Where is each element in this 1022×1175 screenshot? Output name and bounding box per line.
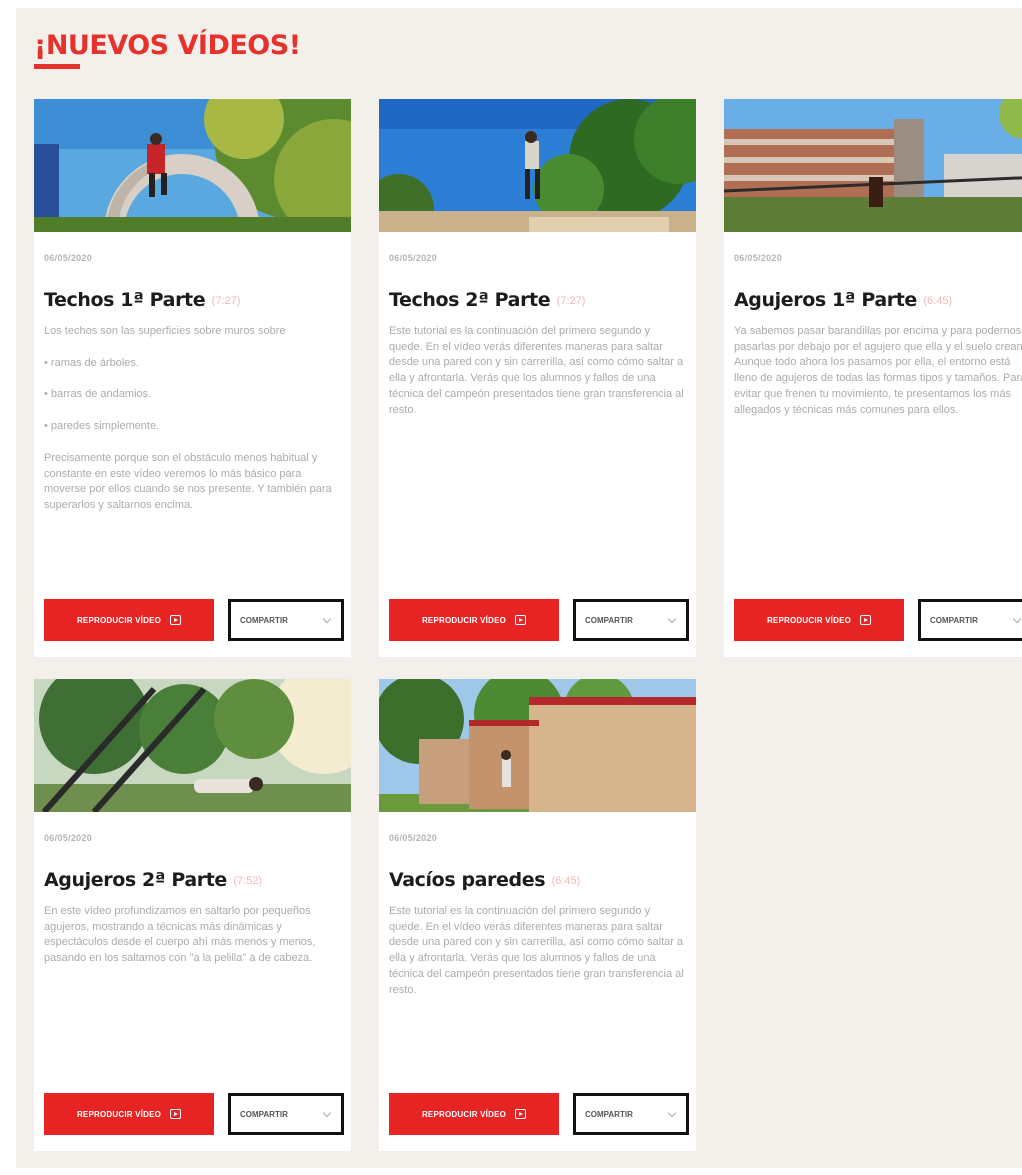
chevron-down-icon	[667, 614, 677, 624]
video-duration: (7:27)	[556, 295, 586, 307]
play-video-button[interactable]: Reproducir vídeo	[44, 599, 214, 641]
video-title-row: Techos 2ª Parte (7:27)	[389, 289, 585, 311]
play-icon	[860, 615, 872, 625]
video-card: 06/05/2020 Techos 1ª Parte (7:27) Los te…	[34, 99, 351, 657]
video-card: 06/05/2020 Agujeros 2ª Parte (7:52) En e…	[34, 679, 351, 1151]
video-description: Este tutorial es la continuación del pri…	[389, 904, 685, 1014]
video-duration: (6:45)	[923, 295, 953, 307]
description-list-item: • ramas de árboles.	[44, 356, 139, 369]
description-list: • ramas de árboles. • barras de andamios…	[44, 356, 340, 435]
chevron-down-icon	[667, 1108, 677, 1118]
video-title-row: Agujeros 2ª Parte (7:52)	[44, 869, 262, 891]
play-video-label: Reproducir vídeo	[421, 615, 507, 625]
video-title-row: Agujeros 1ª Parte (6:45)	[734, 289, 952, 311]
chevron-down-icon	[1012, 614, 1022, 624]
video-card: 06/05/2020 Agujeros 1ª Parte (6:45) Ya s…	[724, 99, 1022, 657]
play-video-button[interactable]: Reproducir vídeo	[44, 1093, 214, 1135]
description-paragraph: En este vídeo profundizamos en saltarlo …	[44, 905, 316, 965]
chevron-down-icon	[322, 1108, 332, 1118]
share-dropdown[interactable]: Compartir	[228, 599, 344, 641]
share-label: Compartir	[240, 615, 288, 625]
video-description: Ya sabemos pasar barandillas por encima …	[734, 324, 1022, 434]
section-title: ¡NUEVOS VÍDEOS!	[34, 30, 301, 69]
video-duration: (7:52)	[233, 875, 263, 887]
video-title: Techos 1ª Parte	[44, 289, 206, 311]
video-date: 06/05/2020	[389, 833, 438, 843]
video-description: Los techos son las superficies sobre mur…	[44, 324, 340, 530]
title-underline	[34, 64, 80, 69]
video-title: Agujeros 2ª Parte	[44, 869, 227, 891]
share-label: Compartir	[585, 615, 633, 625]
video-date: 06/05/2020	[44, 833, 93, 843]
video-duration: (7:27)	[211, 295, 241, 307]
share-dropdown[interactable]: Compartir	[228, 1093, 344, 1135]
description-paragraph: Este tutorial es la continuación del pri…	[389, 905, 684, 996]
share-label: Compartir	[930, 615, 978, 625]
video-date: 06/05/2020	[734, 253, 783, 263]
play-icon	[515, 615, 527, 625]
play-video-label: Reproducir vídeo	[421, 1109, 507, 1119]
video-thumbnail[interactable]	[379, 99, 696, 232]
video-thumbnail[interactable]	[34, 99, 351, 232]
page-background: ¡NUEVOS VÍDEOS! 06/05/2020 Techos 1ª Par…	[16, 8, 1022, 1168]
video-card: 06/05/2020 Techos 2ª Parte (7:27) Este t…	[379, 99, 696, 657]
play-video-label: Reproducir vídeo	[76, 1109, 162, 1119]
description-paragraph: Los techos son las superficies sobre mur…	[44, 325, 286, 337]
video-title: Agujeros 1ª Parte	[734, 289, 917, 311]
video-description: Este tutorial es la continuación del pri…	[389, 324, 685, 434]
play-icon	[515, 1109, 527, 1119]
video-card: 06/05/2020 Vacíos paredes (6:45) Este tu…	[379, 679, 696, 1151]
video-title-row: Techos 1ª Parte (7:27)	[44, 289, 240, 311]
video-duration: (6:45)	[551, 875, 581, 887]
video-description: En este vídeo profundizamos en saltarlo …	[44, 904, 340, 983]
play-icon	[170, 1109, 182, 1119]
share-label: Compartir	[240, 1109, 288, 1119]
video-thumbnail[interactable]	[379, 679, 696, 812]
description-paragraph: Ya sabemos pasar barandillas por encima …	[734, 325, 1022, 416]
play-video-button[interactable]: Reproducir vídeo	[389, 1093, 559, 1135]
share-dropdown[interactable]: Compartir	[918, 599, 1022, 641]
play-video-button[interactable]: Reproducir vídeo	[389, 599, 559, 641]
video-title-row: Vacíos paredes (6:45)	[389, 869, 580, 891]
share-label: Compartir	[585, 1109, 633, 1119]
video-title: Vacíos paredes	[389, 869, 546, 891]
description-paragraph: Este tutorial es la continuación del pri…	[389, 325, 684, 416]
description-list-item: • paredes simplemente.	[44, 420, 160, 433]
video-title: Techos 2ª Parte	[389, 289, 551, 311]
video-date: 06/05/2020	[44, 253, 93, 263]
video-date: 06/05/2020	[389, 253, 438, 263]
video-thumbnail[interactable]	[34, 679, 351, 812]
share-dropdown[interactable]: Compartir	[573, 599, 689, 641]
play-video-button[interactable]: Reproducir vídeo	[734, 599, 904, 641]
play-video-label: Reproducir vídeo	[766, 615, 852, 625]
description-paragraph: Precisamente porque son el obstáculo men…	[44, 451, 332, 511]
play-icon	[170, 615, 182, 625]
share-dropdown[interactable]: Compartir	[573, 1093, 689, 1135]
play-video-label: Reproducir vídeo	[76, 615, 162, 625]
video-thumbnail[interactable]	[724, 99, 1022, 232]
description-list-item: • barras de andamios.	[44, 388, 152, 401]
chevron-down-icon	[322, 614, 332, 624]
